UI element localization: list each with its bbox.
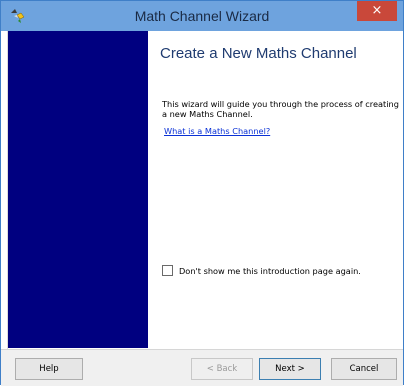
next-button[interactable]: Next >	[259, 358, 321, 380]
cancel-button[interactable]: Cancel	[331, 358, 397, 380]
dont-show-again-label[interactable]: Don't show me this introduction page aga…	[179, 266, 361, 276]
help-button[interactable]: Help	[15, 358, 83, 380]
back-button[interactable]: < Back	[191, 358, 253, 380]
wizard-content: Create a New Maths Channel This wizard w…	[7, 31, 402, 349]
intro-text: This wizard will guide you through the p…	[162, 99, 399, 119]
window-title: Math Channel Wizard	[134, 8, 270, 24]
button-bar: Help < Back Next > Cancel	[1, 349, 403, 386]
wizard-window: Math Channel Wizard × Create a New Maths…	[0, 0, 404, 386]
page-heading: Create a New Maths Channel	[160, 45, 357, 62]
what-is-maths-channel-link[interactable]: What is a Maths Channel?	[164, 126, 270, 136]
dont-show-again-checkbox[interactable]	[162, 265, 173, 276]
title-bar[interactable]: Math Channel Wizard ×	[1, 1, 403, 31]
dont-show-again-row[interactable]: Don't show me this introduction page aga…	[162, 265, 361, 276]
close-button[interactable]: ×	[357, 1, 397, 21]
side-banner-panel	[8, 31, 148, 348]
